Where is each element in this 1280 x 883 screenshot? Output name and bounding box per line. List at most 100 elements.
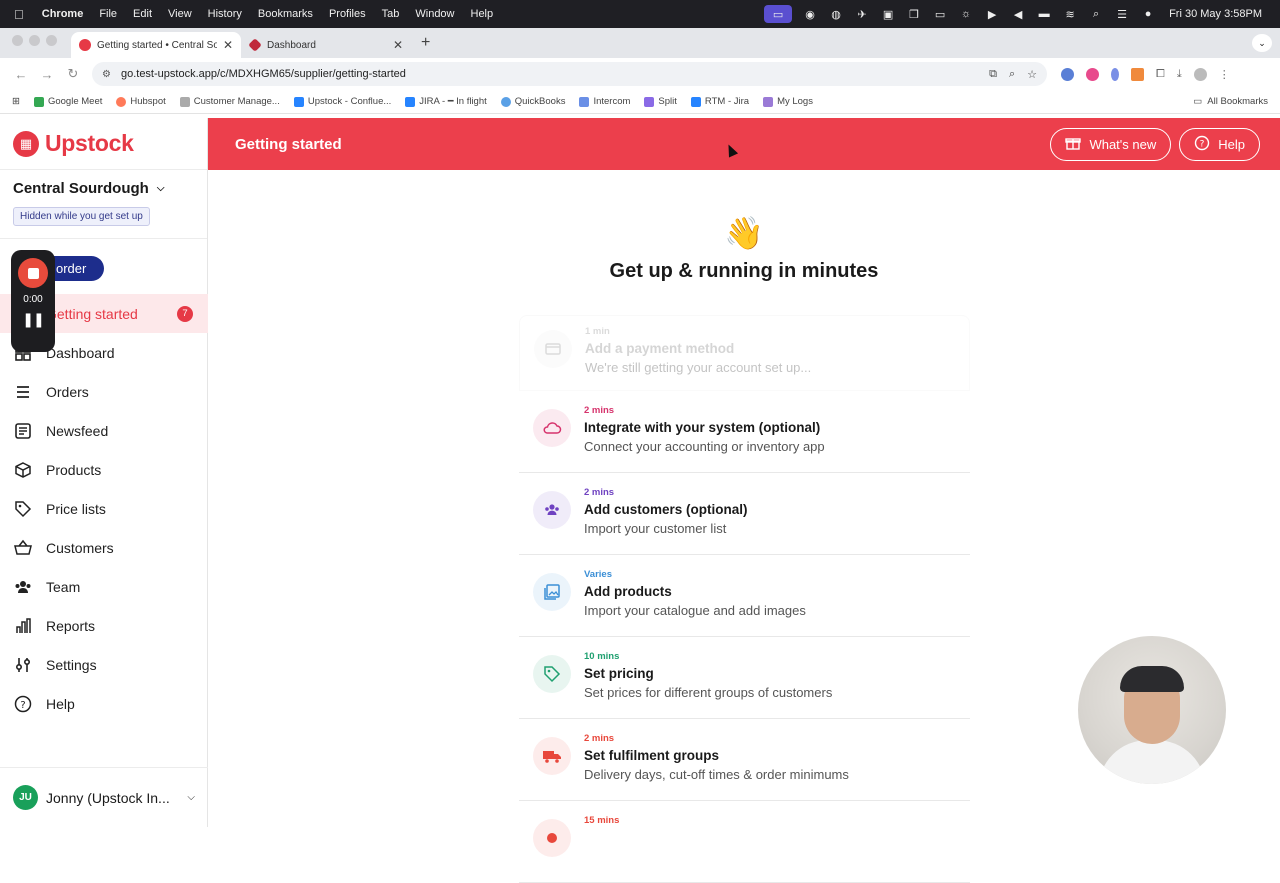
whats-new-button[interactable]: What's new xyxy=(1050,127,1172,161)
brightness-icon[interactable]: ☼ xyxy=(958,8,974,20)
extension-hubspot-icon[interactable] xyxy=(1131,67,1144,81)
browser-menu-icon[interactable]: ⋮ xyxy=(1219,68,1230,81)
bookmark-label: Google Meet xyxy=(47,96,103,107)
bookmark-quickbooks[interactable]: QuickBooks xyxy=(500,96,565,107)
jira-icon xyxy=(405,96,416,107)
zoom-window-button[interactable] xyxy=(46,35,57,46)
menu-view[interactable]: View xyxy=(160,8,200,20)
url-text[interactable]: go.test-upstock.app/c/MDXHGM65/supplier/… xyxy=(121,68,406,80)
minimize-window-button[interactable] xyxy=(29,35,40,46)
sidebar-item-settings[interactable]: Settings xyxy=(0,645,208,684)
status-icon-2[interactable]: ◍ xyxy=(828,8,844,21)
step-text: 15 mins xyxy=(584,815,619,830)
menu-window[interactable]: Window xyxy=(407,8,462,20)
sidebar-item-price-lists[interactable]: Price lists xyxy=(0,489,208,528)
onboarding-step[interactable]: 15 mins xyxy=(519,801,970,883)
bookmark-jira-in-flight[interactable]: JIRA - ━ In flight xyxy=(405,96,487,107)
bookmark-confluence[interactable]: Upstock - Conflue... xyxy=(293,96,391,107)
onboarding-step[interactable]: 2 mins Set fulfilment groups Delivery days… xyxy=(519,719,970,801)
status-icon-1[interactable]: ◉ xyxy=(802,8,818,21)
bookmark-my-logs[interactable]: My Logs xyxy=(763,96,813,107)
step-description: Delivery days, cut-off times & order min… xyxy=(584,767,849,782)
apps-grid-icon[interactable]: ⊞ xyxy=(12,96,20,107)
display-icon[interactable]: ▭ xyxy=(932,8,948,21)
screen-record-icon[interactable]: ▭ xyxy=(764,5,793,23)
new-tab-plus-icon[interactable]: + xyxy=(411,34,440,58)
sidebar-item-help[interactable]: ? Help xyxy=(0,684,208,723)
reload-icon[interactable]: ↻ xyxy=(60,66,86,82)
install-app-icon[interactable]: ⧉ xyxy=(989,68,997,81)
menu-history[interactable]: History xyxy=(200,8,250,20)
org-name-dropdown[interactable]: Central Sourdough ⌵ xyxy=(13,180,194,197)
sidebar-item-products[interactable]: Products xyxy=(0,450,208,489)
onboarding-step[interactable]: 10 mins Set pricing Set prices for differe… xyxy=(519,637,970,719)
menu-edit[interactable]: Edit xyxy=(125,8,160,20)
profile-avatar[interactable] xyxy=(1193,67,1207,81)
bookmark-hubspot[interactable]: Hubspot xyxy=(116,96,166,107)
extension-2-icon[interactable] xyxy=(1086,67,1099,81)
control-center-icon[interactable]: ☰ xyxy=(1114,8,1130,21)
close-icon[interactable]: ✕ xyxy=(223,38,233,52)
gift-icon xyxy=(1065,135,1082,154)
status-icon-4[interactable]: ▣ xyxy=(880,8,896,21)
address-bar[interactable]: ⚙ go.test-upstock.app/c/MDXHGM65/supplie… xyxy=(92,62,1047,86)
menu-file[interactable]: File xyxy=(91,8,125,20)
apple-icon[interactable]:  xyxy=(0,7,34,22)
webcam-video-bubble[interactable] xyxy=(1078,636,1226,784)
sidebar-item-label: Price lists xyxy=(46,500,106,517)
bookmark-split[interactable]: Split xyxy=(644,96,677,107)
sidebar-item-newsfeed[interactable]: Newsfeed xyxy=(0,411,208,450)
stop-recording-button[interactable] xyxy=(18,258,48,288)
forward-arrow-icon[interactable]: → xyxy=(34,67,60,82)
back-arrow-icon[interactable]: ← xyxy=(8,67,34,82)
sidebar-item-orders[interactable]: Orders xyxy=(0,372,208,411)
step-duration: Varies xyxy=(584,569,612,580)
wifi-icon[interactable]: ≋ xyxy=(1062,8,1078,21)
bookmark-rtm-jira[interactable]: RTM - Jira xyxy=(690,96,749,107)
bookmark-star-icon[interactable]: ☆ xyxy=(1027,68,1037,81)
bookmark-intercom[interactable]: Intercom xyxy=(579,96,630,107)
bookmark-google-meet[interactable]: Google Meet xyxy=(33,96,103,107)
step-description: Import your customer list xyxy=(584,521,727,536)
tag-icon xyxy=(533,655,571,693)
extension-3-icon[interactable] xyxy=(1111,67,1119,81)
status-icon-3[interactable]: ✈ xyxy=(854,8,870,21)
pause-icon[interactable]: ❚❚ xyxy=(22,311,44,328)
tab-search-chevron-icon[interactable]: ⌄ xyxy=(1252,34,1272,52)
menu-help[interactable]: Help xyxy=(463,8,502,20)
menu-tab[interactable]: Tab xyxy=(374,8,408,20)
close-window-button[interactable] xyxy=(12,35,23,46)
menu-bookmarks[interactable]: Bookmarks xyxy=(250,8,321,20)
play-icon[interactable]: ▶ xyxy=(984,8,1000,21)
all-bookmarks[interactable]: ▭ All Bookmarks xyxy=(1193,96,1268,107)
onboarding-step[interactable]: 2 mins Integrate with your system (option… xyxy=(519,391,970,473)
sidebar-item-team[interactable]: Team xyxy=(0,567,208,606)
user-menu[interactable]: JU Jonny (Upstock In... ⌵ xyxy=(0,767,208,827)
volume-icon[interactable]: ◀ xyxy=(1010,8,1026,21)
battery-icon[interactable]: ▬ xyxy=(1036,8,1052,20)
help-button[interactable]: ? Help xyxy=(1179,127,1260,161)
bookmark-customer-manage[interactable]: Customer Manage... xyxy=(179,96,280,107)
menu-profiles[interactable]: Profiles xyxy=(321,8,374,20)
menubar-datetime[interactable]: Fri 30 May 3:58PM xyxy=(1161,8,1270,20)
sidebar-item-label: Newsfeed xyxy=(46,422,109,439)
menu-app-name[interactable]: Chrome xyxy=(34,8,92,20)
sidebar-item-reports[interactable]: Reports xyxy=(0,606,208,645)
close-icon[interactable]: ✕ xyxy=(393,38,403,52)
help-circle-icon: ? xyxy=(13,694,32,713)
status-icon-5[interactable]: ❐ xyxy=(906,8,922,21)
brand-logo[interactable]: ▦ Upstock xyxy=(0,118,207,170)
sidebar-item-customers[interactable]: Customers xyxy=(0,528,208,567)
siri-icon[interactable]: ● xyxy=(1140,8,1156,20)
tab-getting-started[interactable]: Getting started • Central Sou ✕ xyxy=(71,32,241,58)
onboarding-step[interactable]: 2 mins Add customers (optional) Import you… xyxy=(519,473,970,555)
download-icon[interactable]: ⤓ xyxy=(1177,68,1182,81)
site-settings-icon[interactable]: ⚙ xyxy=(102,69,111,80)
tab-dashboard[interactable]: Dashboard ✕ xyxy=(241,32,411,58)
search-icon[interactable]: ⌕ xyxy=(1088,8,1104,20)
extensions-puzzle-icon[interactable]: ⧠ xyxy=(1156,68,1165,81)
step-description: Import your catalogue and add images xyxy=(584,603,806,618)
zoom-icon[interactable]: ⌕ xyxy=(1009,68,1015,81)
extension-password-icon[interactable] xyxy=(1061,67,1074,81)
onboarding-step[interactable]: Varies Add products Import your catalogue … xyxy=(519,555,970,637)
